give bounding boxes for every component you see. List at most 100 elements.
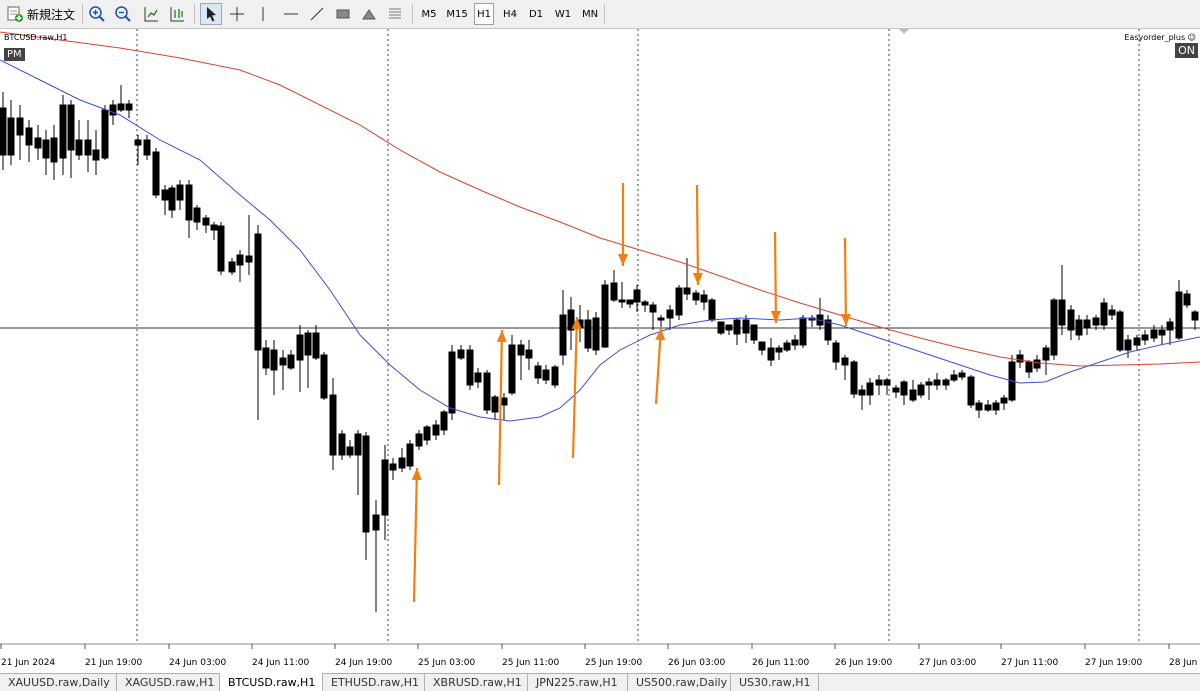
new-order-button[interactable]: 新規注文	[4, 3, 78, 25]
time-axis-label: 25 Jun 11:00	[502, 658, 559, 668]
chart-canvas[interactable]: 21 Jun 2024 21 Jun 19:00 24 Jun 03:00 24 Ju…	[0, 29, 1200, 673]
candle-body	[262, 347, 270, 369]
vertical-line-tool-button[interactable]	[252, 3, 274, 25]
annotation-arrow-head	[770, 310, 781, 323]
candle-body	[161, 189, 169, 201]
zoom-in-button[interactable]	[86, 3, 108, 25]
timeframe-h4-button[interactable]: H4	[499, 3, 521, 25]
candle-body	[287, 354, 295, 369]
trendline-tool-button[interactable]	[306, 3, 328, 25]
time-axis-label: 24 Jun 11:00	[252, 658, 309, 668]
candle-body	[25, 127, 33, 146]
candle-body	[16, 117, 24, 136]
candle-body	[210, 224, 218, 231]
candle-body	[34, 137, 42, 149]
horizontal-line-icon	[284, 13, 298, 15]
horizontal-line-tool-button[interactable]	[280, 3, 302, 25]
candle-body	[559, 314, 567, 356]
toolbar-separator	[82, 4, 83, 24]
candle-body	[942, 379, 950, 386]
new-order-icon	[7, 6, 23, 22]
candle-body	[474, 372, 482, 383]
triangle-tool-button[interactable]	[358, 3, 380, 25]
rectangle-tool-button[interactable]	[332, 3, 354, 25]
candle-body	[517, 344, 525, 356]
candle-body	[415, 433, 423, 447]
candle-body	[649, 304, 657, 313]
candle-body	[466, 349, 474, 386]
candle-body	[858, 389, 866, 396]
timeframe-d1-button[interactable]: D1	[526, 3, 546, 25]
candle-body	[432, 424, 440, 436]
cursor-tool-button[interactable]	[200, 3, 222, 25]
candle-body	[84, 139, 92, 156]
symbol-tab[interactable]: ETHUSD.raw,H1	[323, 674, 425, 691]
candle-body	[692, 292, 700, 301]
candle-body	[270, 349, 278, 371]
candle-body	[1092, 317, 1100, 326]
candle-body	[1067, 309, 1075, 331]
candle-body	[984, 404, 992, 411]
zoom-out-icon	[115, 6, 131, 22]
timeframe-m5-button[interactable]: M5	[418, 3, 440, 25]
symbol-tab[interactable]: XAUUSD.raw,Daily	[0, 674, 117, 691]
annotation-arrow-shaft	[497, 329, 504, 486]
candle-body	[742, 319, 750, 334]
candle-body	[675, 287, 683, 316]
candle-body	[362, 435, 370, 533]
chart-shift-button[interactable]	[166, 3, 188, 25]
symbol-tabs: XAUUSD.raw,Daily XAGUSD.raw,H1 BTCUSD.raw,…	[0, 673, 1200, 691]
candle-body	[483, 372, 491, 411]
candle-body	[1083, 319, 1091, 329]
candle-body	[152, 151, 160, 196]
symbol-tab[interactable]: XAGUSD.raw,H1	[117, 674, 220, 691]
candle-body	[875, 379, 883, 386]
candle-body	[917, 384, 925, 396]
candle-body	[245, 255, 253, 263]
candle-body	[791, 339, 799, 346]
candle-body	[508, 344, 516, 394]
candle-body	[534, 365, 542, 379]
symbol-tab[interactable]: US30.raw,H1	[731, 674, 819, 691]
candle-body	[584, 319, 592, 349]
symbol-tab[interactable]: JPN225.raw,H1	[528, 674, 628, 691]
timeframe-w1-button[interactable]: W1	[552, 3, 574, 25]
chart-grid-icon	[144, 7, 158, 22]
time-axis-label: 25 Jun 03:00	[418, 658, 475, 668]
zoom-out-button[interactable]	[112, 3, 134, 25]
candle-body	[967, 376, 975, 406]
symbol-label: BTCUSD.raw,H1	[4, 33, 68, 42]
candle-body	[320, 354, 328, 399]
candle-body	[143, 139, 151, 156]
candle-body	[202, 217, 210, 226]
candle-body	[125, 103, 133, 111]
timeframe-mn-button[interactable]: MN	[579, 3, 601, 25]
symbol-tab[interactable]: BTCUSD.raw,H1	[220, 673, 323, 691]
candle-body	[641, 301, 649, 306]
candle-body	[832, 342, 840, 363]
candle-body	[666, 309, 674, 319]
timeframe-m15-button[interactable]: M15	[444, 3, 470, 25]
candle-body	[304, 332, 312, 356]
candle-body	[398, 457, 406, 469]
crosshair-tool-button[interactable]	[226, 3, 248, 25]
candle-body	[448, 351, 456, 414]
price-chart[interactable]: 21 Jun 2024 21 Jun 19:00 24 Jun 03:00 24 Ju…	[0, 29, 1200, 673]
candle-body	[657, 317, 665, 321]
candle-body	[296, 334, 304, 361]
timeframe-h1-button[interactable]: H1	[474, 3, 494, 25]
candle-body	[1150, 329, 1158, 339]
candle-body	[59, 104, 67, 159]
ea-on-badge[interactable]: ON	[1175, 43, 1198, 58]
time-axis-label: 27 Jun 03:00	[919, 658, 976, 668]
symbol-tab[interactable]: US500.raw,Daily	[628, 674, 731, 691]
chart-grid-button[interactable]	[140, 3, 162, 25]
fibonacci-tool-button[interactable]	[384, 3, 406, 25]
candle-body	[312, 332, 320, 359]
cursor-icon	[207, 7, 216, 22]
candle-body	[992, 402, 1000, 411]
symbol-tab[interactable]: XBRUSD.raw,H1	[425, 674, 528, 691]
candle-body	[883, 379, 891, 386]
candle-body	[101, 109, 109, 159]
candle-body	[491, 396, 499, 413]
